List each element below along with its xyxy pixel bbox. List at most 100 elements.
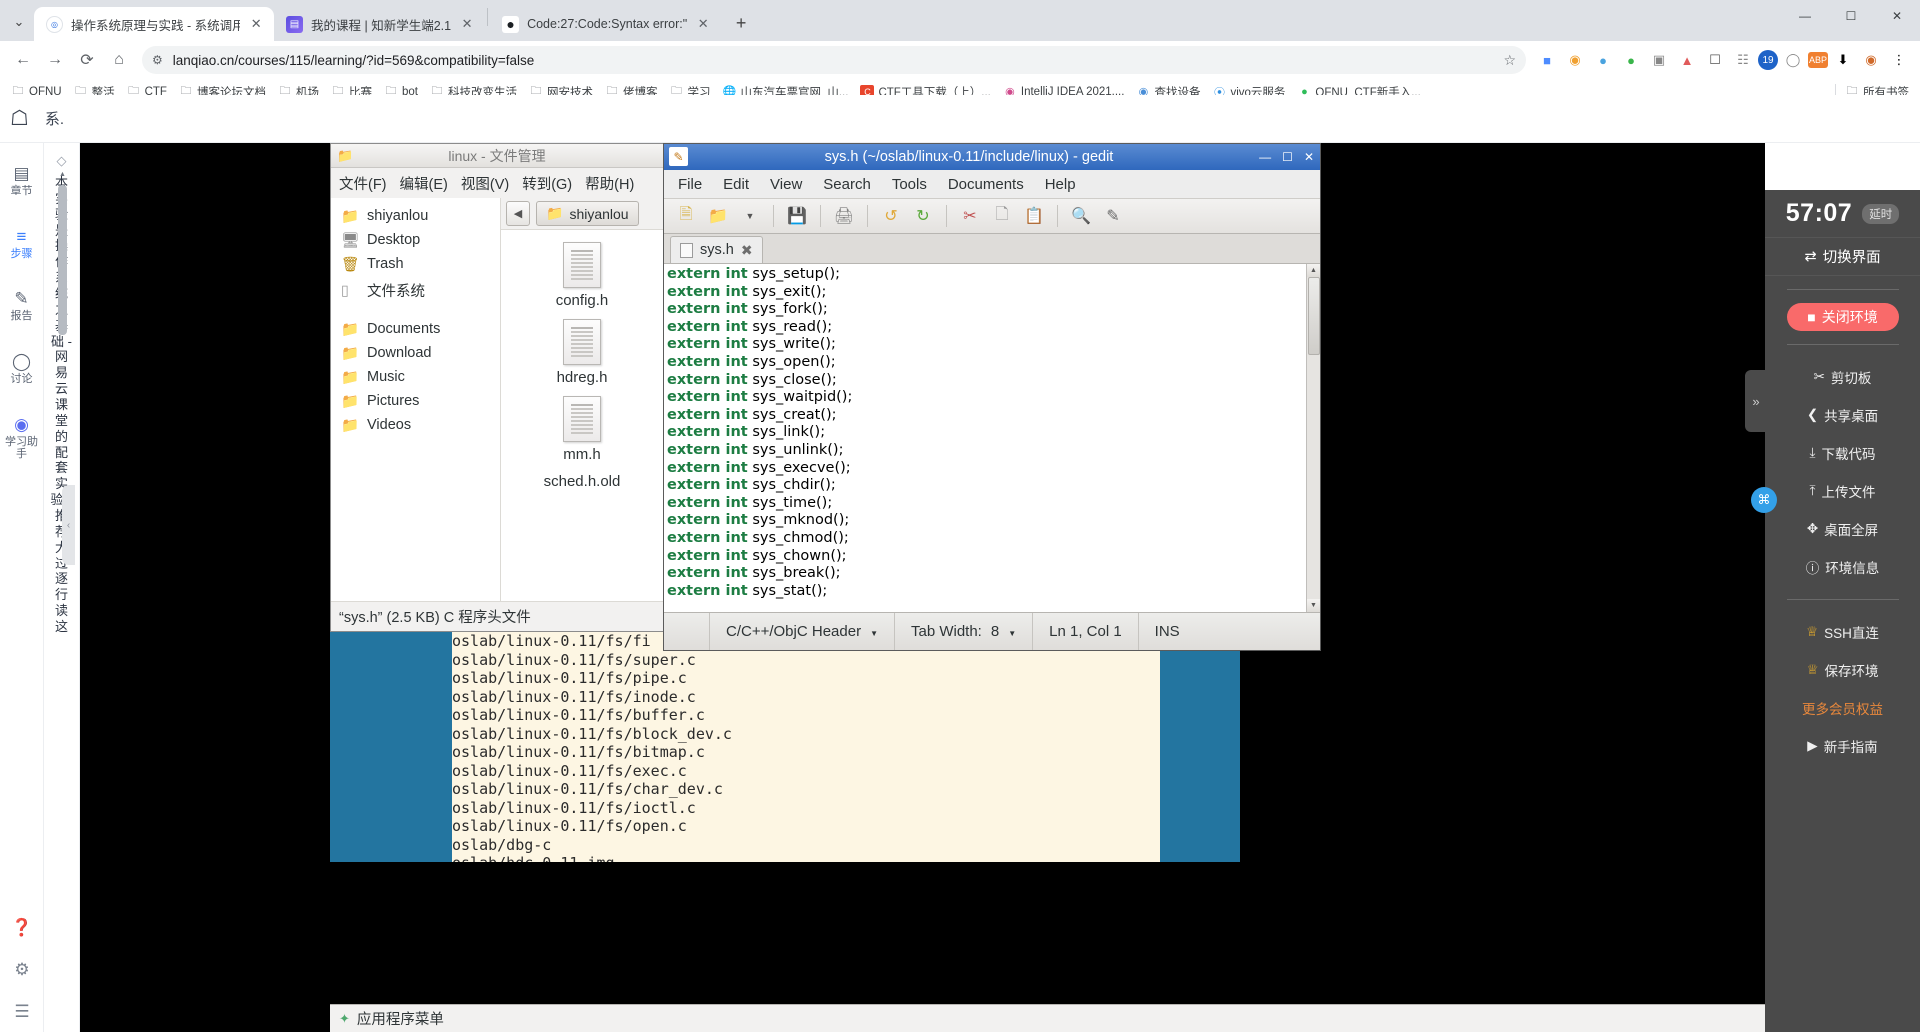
beginner-guide-button[interactable]: ▶ 新手指南 <box>1765 727 1920 765</box>
extension-icon-3[interactable]: ● <box>1590 47 1616 73</box>
clipboard-button[interactable]: ✂ 剪切板 <box>1765 358 1920 396</box>
browser-tab-1[interactable]: ▤ 我的课程 | 知新学生端2.1 ✕ <box>274 7 485 41</box>
vnc-desktop[interactable]: 📁 linux - 文件管理 文件(F) 编辑(E) 视图(V) 转到(G) 帮… <box>80 143 1765 1032</box>
sidebar-item-steps[interactable]: ≡ 步骤 <box>2 228 42 261</box>
file-item[interactable]: mm.h <box>501 396 663 463</box>
terminal-window[interactable]: oslab/linux-0.11/fs/fi oslab/linux-0.11/… <box>330 632 1160 862</box>
open-document-icon[interactable]: 📁 <box>704 202 732 230</box>
extension-icon-8[interactable]: ☷ <box>1730 47 1756 73</box>
place-pictures[interactable]: 📁Pictures <box>331 389 500 413</box>
ssh-connect-button[interactable]: ♕ SSH直连 <box>1765 613 1920 651</box>
place-desktop[interactable]: 🖥Desktop <box>331 228 500 252</box>
tab-close-icon[interactable]: ✕ <box>248 16 264 32</box>
menu-search[interactable]: Search <box>823 176 871 193</box>
close-environment-button[interactable]: ■ 关闭环境 <box>1787 303 1899 331</box>
extension-icon-10[interactable]: ABP <box>1808 52 1828 68</box>
menu-file[interactable]: File <box>678 176 702 193</box>
tab-width-selector[interactable]: Tab Width: 8 <box>895 613 1033 650</box>
language-selector[interactable]: C/C++/ObjC Header <box>710 613 895 650</box>
panel-collapse-button[interactable]: » <box>1745 370 1767 432</box>
panel-collapse-handle[interactable]: ‹ <box>62 485 75 565</box>
site-settings-icon[interactable]: ⚙ <box>152 53 163 67</box>
new-document-icon[interactable]: 🗎 <box>672 202 700 230</box>
back-icon[interactable]: ← <box>8 45 38 75</box>
more-vip-benefits-link[interactable]: 更多会员权益 <box>1765 689 1920 727</box>
file-item[interactable]: hdreg.h <box>501 319 663 386</box>
menu-view[interactable]: 视图(V) <box>461 173 509 194</box>
reload-icon[interactable]: ⟳ <box>72 45 102 75</box>
gedit-close-button[interactable]: ✕ <box>1304 150 1314 164</box>
gedit-tab-sys-h[interactable]: sys.h ✖ <box>670 236 763 263</box>
scroll-up-arrow[interactable]: ▲ <box>58 171 67 178</box>
place-shiyanlou[interactable]: 📁shiyanlou <box>331 204 500 228</box>
bookmark-star-icon[interactable]: ☆ <box>1503 52 1516 69</box>
gedit-tab-close-icon[interactable]: ✖ <box>741 242 753 259</box>
path-back-button[interactable]: ◀ <box>506 201 530 226</box>
share-desktop-button[interactable]: ❮ 共享桌面 <box>1765 396 1920 434</box>
extension-icon-1[interactable]: ■ <box>1534 47 1560 73</box>
sidebar-item-assistant[interactable]: ◉ 学习助手 <box>2 416 42 461</box>
open-dropdown-icon[interactable]: ▼ <box>736 202 764 230</box>
address-bar-url[interactable]: lanqiao.cn/courses/115/learning/?id=569&… <box>173 53 1494 68</box>
save-environment-button[interactable]: ♕ 保存环境 <box>1765 651 1920 689</box>
address-bar[interactable]: ⚙ lanqiao.cn/courses/115/learning/?id=56… <box>142 46 1526 74</box>
path-breadcrumb-shiyanlou[interactable]: 📁 shiyanlou <box>536 201 639 226</box>
file-manager-window[interactable]: 📁 linux - 文件管理 文件(F) 编辑(E) 视图(V) 转到(G) 帮… <box>330 143 664 632</box>
place-filesystem[interactable]: ▯文件系统 <box>331 276 500 305</box>
copy-icon[interactable]: 🗋 <box>988 202 1016 230</box>
close-window-button[interactable]: ✕ <box>1874 0 1920 32</box>
menu-tools[interactable]: Tools <box>892 176 927 193</box>
paste-icon[interactable]: 📋 <box>1020 202 1048 230</box>
download-icon[interactable]: ⬇ <box>1830 47 1856 73</box>
gedit-scrollbar[interactable]: ▲ ▼ <box>1306 264 1320 612</box>
minimize-button[interactable]: — <box>1782 0 1828 32</box>
redo-icon[interactable]: ↻ <box>909 202 937 230</box>
file-item[interactable]: config.h <box>501 242 663 309</box>
menu-file[interactable]: 文件(F) <box>339 173 387 194</box>
extension-icon-7[interactable]: ☐ <box>1702 47 1728 73</box>
fullscreen-desktop-button[interactable]: ✥ 桌面全屏 <box>1765 510 1920 548</box>
scrollbar-thumb[interactable] <box>1308 277 1320 355</box>
extension-icon-5[interactable]: ▣ <box>1646 47 1672 73</box>
file-manager-titlebar[interactable]: 📁 linux - 文件管理 <box>331 144 663 168</box>
settings-icon[interactable]: ⚙ <box>14 960 29 980</box>
browser-tab-2[interactable]: ● Code:27:Code:Syntax error:" ✕ <box>490 7 721 41</box>
browser-tab-0[interactable]: ◎ 操作系统原理与实践 - 系统调用 ✕ <box>34 7 274 41</box>
gedit-editor[interactable]: extern int extern int sys_setup();sys_se… <box>664 264 1320 612</box>
sidebar-item-report[interactable]: ✎ 报告 <box>2 290 42 323</box>
sidebar-item-chapters[interactable]: ▤ 章节 <box>2 165 42 198</box>
menu-edit[interactable]: 编辑(E) <box>400 173 448 194</box>
list-icon[interactable]: ☰ <box>14 1002 29 1022</box>
tab-close-icon[interactable]: ✕ <box>695 16 711 32</box>
new-tab-button[interactable]: + <box>727 9 755 37</box>
menu-diamond-icon[interactable]: ✦ <box>339 1011 350 1027</box>
scroll-down-arrow[interactable]: ▼ <box>1307 599 1320 612</box>
extension-icon-2[interactable]: ◉ <box>1562 47 1588 73</box>
find-icon[interactable]: 🔍 <box>1067 202 1095 230</box>
replace-icon[interactable]: ✎ <box>1099 202 1127 230</box>
extension-badge-icon[interactable]: 19 <box>1758 50 1778 70</box>
cut-icon[interactable]: ✂ <box>956 202 984 230</box>
environment-info-button[interactable]: ⓘ 环境信息 <box>1765 548 1920 586</box>
menu-help[interactable]: 帮助(H) <box>585 173 634 194</box>
content-scrollbar[interactable]: ▲ <box>58 171 67 411</box>
extension-icon-9[interactable]: ◯ <box>1780 47 1806 73</box>
avatar[interactable]: ◉ <box>1858 47 1884 73</box>
upload-file-button[interactable]: ⤒ 上传文件 <box>1765 472 1920 510</box>
print-icon[interactable]: 🖨 <box>830 202 858 230</box>
gedit-maximize-button[interactable]: ☐ <box>1282 150 1293 164</box>
tab-close-icon[interactable]: ✕ <box>459 16 475 32</box>
place-videos[interactable]: 📁Videos <box>331 413 500 437</box>
gedit-minimize-button[interactable]: — <box>1259 150 1271 164</box>
gedit-window[interactable]: ✎ sys.h (~/oslab/linux-0.11/include/linu… <box>663 143 1321 651</box>
menu-edit[interactable]: Edit <box>723 176 749 193</box>
extension-icon-4[interactable]: ● <box>1618 47 1644 73</box>
undo-icon[interactable]: ↺ <box>877 202 905 230</box>
help-icon[interactable]: ❓ <box>11 918 32 938</box>
shortcut-float-button[interactable]: ⌘ <box>1751 487 1777 513</box>
home-icon[interactable]: ⌂ <box>104 45 134 75</box>
file-item[interactable]: sched.h.old <box>501 473 663 490</box>
forward-icon[interactable]: → <box>40 45 70 75</box>
extend-time-badge[interactable]: 延时 <box>1862 204 1899 224</box>
browser-menu-icon[interactable]: ⋮ <box>1886 47 1912 73</box>
